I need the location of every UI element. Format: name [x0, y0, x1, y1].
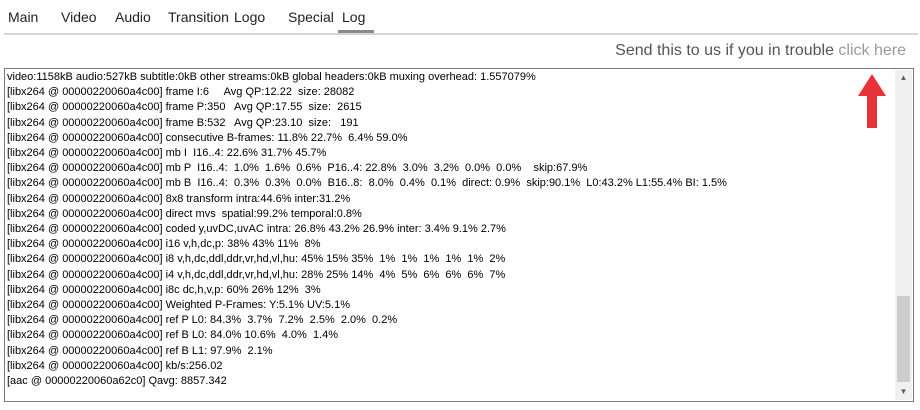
log-line: [libx264 @ 00000220060a4c00] consecutive…: [7, 131, 408, 144]
trouble-message: Send this to us if you in trouble: [615, 42, 834, 59]
tab-bar: Main Video Audio Transition Logo Special…: [0, 0, 920, 35]
log-line: [libx264 @ 00000220060a4c00] direct mvs …: [7, 207, 362, 220]
log-line: [libx264 @ 00000220060a4c00] i4 v,h,dc,d…: [7, 268, 506, 281]
tab-logo[interactable]: Logo: [234, 9, 265, 25]
log-line: [libx264 @ 00000220060a4c00] frame B:532…: [7, 116, 359, 129]
scroll-up-icon[interactable]: ▲: [895, 70, 912, 86]
log-line: [libx264 @ 00000220060a4c00] mb P I16..4…: [7, 162, 588, 175]
log-line: video:1158kB audio:527kB subtitle:0kB ot…: [7, 71, 536, 83]
log-textbox[interactable]: video:1158kB audio:527kB subtitle:0kB ot…: [4, 68, 914, 402]
log-line: [libx264 @ 00000220060a4c00] i8 v,h,dc,d…: [7, 253, 506, 266]
tab-log[interactable]: Log: [342, 9, 365, 25]
tab-transition[interactable]: Transition: [168, 9, 229, 25]
trouble-row: Send this to us if you in trouble click …: [615, 42, 906, 60]
log-line: [libx264 @ 00000220060a4c00] mb B I16..4…: [7, 177, 727, 190]
log-line: [libx264 @ 00000220060a4c00] mb I I16..4…: [7, 147, 327, 160]
log-line: [libx264 @ 00000220060a4c00] ref P L0: 8…: [7, 314, 398, 327]
tab-special[interactable]: Special: [288, 9, 334, 25]
log-line: [libx264 @ 00000220060a4c00] kb/s:256.02: [7, 359, 223, 372]
tab-video[interactable]: Video: [61, 9, 97, 25]
log-line: [libx264 @ 00000220060a4c00] i16 v,h,dc,…: [7, 238, 321, 251]
click-here-link[interactable]: click here: [838, 42, 906, 59]
log-content[interactable]: video:1158kB audio:527kB subtitle:0kB ot…: [6, 70, 895, 400]
arrow-shape: [858, 74, 886, 128]
scroll-down-icon[interactable]: ▼: [895, 384, 912, 400]
tab-main[interactable]: Main: [8, 9, 38, 25]
log-line: [libx264 @ 00000220060a4c00] Weighted P-…: [7, 299, 351, 312]
tab-divider: [4, 33, 918, 35]
scrollbar-thumb[interactable]: [897, 296, 910, 382]
log-line: [libx264 @ 00000220060a4c00] frame I:6 A…: [7, 86, 355, 99]
log-line: [libx264 @ 00000220060a4c00] 8x8 transfo…: [7, 192, 351, 205]
log-line: [libx264 @ 00000220060a4c00] ref B L1: 9…: [7, 344, 273, 357]
tab-audio[interactable]: Audio: [115, 9, 151, 25]
log-line: [libx264 @ 00000220060a4c00] frame P:350…: [7, 101, 362, 114]
log-line: [libx264 @ 00000220060a4c00] i8c dc,h,v,…: [7, 283, 321, 296]
vertical-scrollbar[interactable]: ▲ ▼: [895, 70, 912, 400]
log-line: [libx264 @ 00000220060a4c00] ref B L0: 8…: [7, 329, 339, 342]
log-line: [aac @ 00000220060a62c0] Qavg: 8857.342: [7, 375, 227, 388]
red-up-arrow-icon: [858, 74, 886, 128]
log-line: [libx264 @ 00000220060a4c00] coded y,uvD…: [7, 223, 506, 236]
